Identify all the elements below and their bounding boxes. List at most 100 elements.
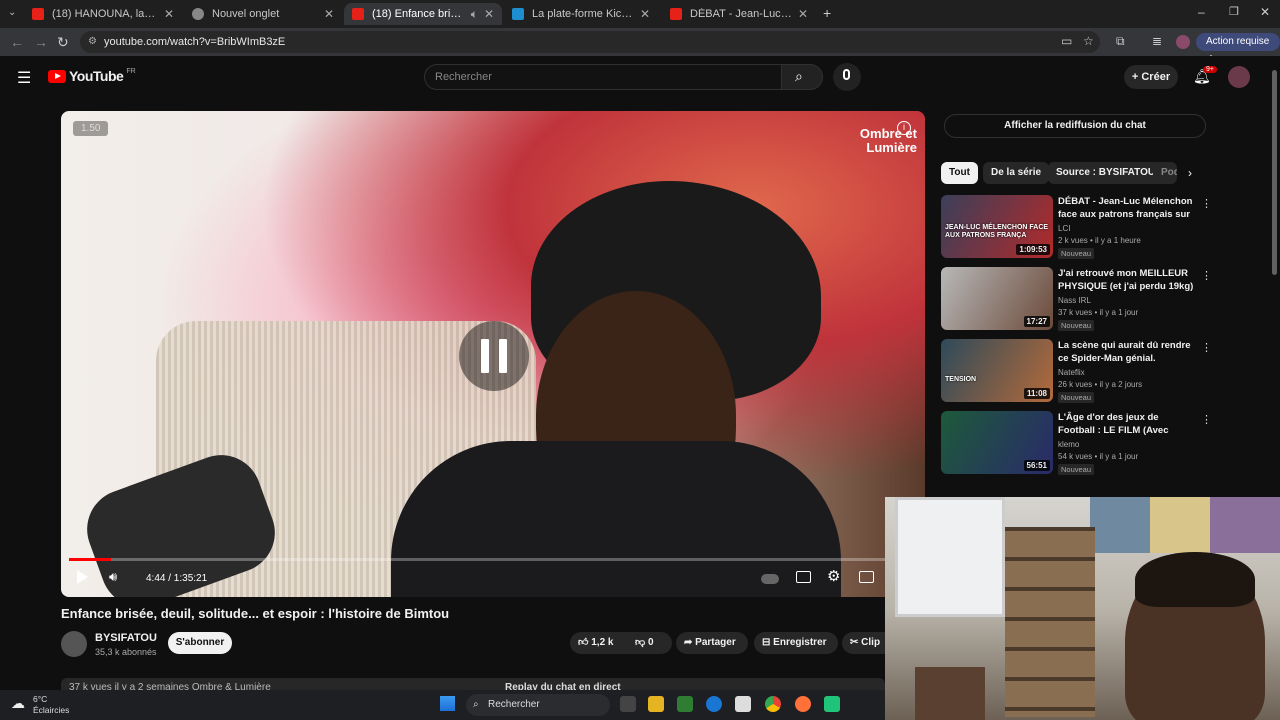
video-player[interactable]: 1.50 Ombre et Lumière i 🔊︎ 4:44 / 1:35:2…: [61, 111, 925, 597]
video-thumbnail[interactable]: 56:51: [941, 411, 1053, 474]
extensions-icon[interactable]: ⧉: [1116, 34, 1125, 49]
subscribe-button[interactable]: S'abonner: [168, 632, 232, 654]
recommendation-channel[interactable]: Nateflix: [1058, 368, 1085, 377]
recommendation-title[interactable]: J'ai retrouvé mon MEILLEUR PHYSIQUE (et …: [1058, 267, 1196, 293]
video-thumbnail[interactable]: 17:27: [941, 267, 1053, 330]
weather-temp: 6°C: [33, 694, 48, 704]
store-icon[interactable]: [735, 696, 751, 712]
channel-avatar[interactable]: [61, 631, 87, 657]
menu-icon[interactable]: ☰: [17, 68, 31, 88]
more-options-icon[interactable]: ⋮: [1201, 413, 1212, 426]
pause-overlay-button[interactable]: [459, 321, 529, 391]
desk: [915, 667, 985, 720]
info-icon[interactable]: i: [897, 121, 911, 135]
close-icon[interactable]: ✕: [324, 7, 334, 21]
create-button[interactable]: + Créer: [1124, 65, 1178, 89]
account-avatar[interactable]: [1228, 66, 1250, 88]
new-tab-icon[interactable]: +: [823, 5, 831, 21]
profile-avatar[interactable]: [1176, 35, 1190, 49]
tab-hanouna[interactable]: (18) HANOUNA, la télé française ✕: [24, 3, 182, 25]
miniplayer-icon[interactable]: [859, 571, 874, 583]
nvidia-icon[interactable]: [677, 696, 693, 712]
recommendation-item[interactable]: TENSION 11:08 La scène qui aurait dû rendr…: [941, 339, 1212, 405]
recommendation-channel[interactable]: Nass IRL: [1058, 296, 1091, 305]
like-button[interactable]: 👍︎ 1,2 k: [578, 632, 633, 654]
youtube-logo[interactable]: YouTube FR: [48, 68, 136, 84]
recommendation-title[interactable]: L'Âge d'or des jeux de Football : LE FIL…: [1058, 411, 1196, 438]
chrome-icon[interactable]: [765, 696, 781, 712]
speaker-icon[interactable]: 🔈︎: [471, 7, 478, 22]
dislike-button[interactable]: 👎︎ 0: [635, 632, 654, 654]
more-options-icon[interactable]: ⋮: [1201, 341, 1212, 354]
recommendation-item[interactable]: JEAN-LUC MÉLENCHON FACE AUX PATRONS FRAN…: [941, 195, 1212, 261]
chip-de-la-serie[interactable]: De la série: [983, 162, 1050, 184]
duration-badge: 1:09:53: [1016, 244, 1050, 255]
recommendation-title[interactable]: La scène qui aurait dû rendre ce Spider-…: [1058, 339, 1196, 365]
more-options-icon[interactable]: ⋮: [1201, 269, 1212, 282]
cast-icon[interactable]: ▭: [1061, 34, 1072, 48]
close-icon[interactable]: ✕: [484, 7, 494, 21]
taskbar-search[interactable]: ⌕ Rechercher: [466, 694, 610, 716]
bookmark-star-icon[interactable]: ☆: [1083, 34, 1094, 48]
forward-icon[interactable]: →: [34, 34, 48, 50]
thumbnail-caption: JEAN-LUC MÉLENCHON FACE AUX PATRONS FRAN…: [945, 224, 1049, 239]
more-options-icon[interactable]: ⋮: [1201, 197, 1212, 210]
volume-icon[interactable]: 🔊︎: [109, 569, 117, 585]
chip-source[interactable]: Source : BYSIFATOU: [1048, 162, 1164, 184]
url-field[interactable]: ⚙ youtube.com/watch?v=BribWImB3zE: [80, 31, 1100, 53]
subscriber-count: 35,3 k abonnés: [95, 647, 157, 657]
search-icon: ⌕: [795, 68, 803, 84]
video-thumbnail[interactable]: TENSION 11:08: [941, 339, 1053, 402]
new-badge: Nouveau: [1058, 392, 1095, 403]
search-button[interactable]: ⌕: [781, 64, 823, 90]
file-explorer-icon[interactable]: [648, 696, 664, 712]
address-bar-row: ← → ↻ ⚙ youtube.com/watch?v=BribWImB3zE …: [0, 28, 1280, 56]
close-icon[interactable]: ✕: [798, 7, 808, 21]
recommendation-title[interactable]: DÉBAT - Jean-Luc Mélenchon face aux patr…: [1058, 195, 1196, 222]
settings-gear-icon[interactable]: ⚙: [827, 567, 840, 585]
weather-cloud-icon[interactable]: ☁: [11, 695, 25, 712]
task-view-icon[interactable]: [620, 696, 636, 712]
progress-bar[interactable]: [69, 558, 917, 561]
progress-played: [69, 558, 112, 561]
clip-button[interactable]: ✂ Clip: [842, 632, 885, 654]
recommendation-item[interactable]: 17:27 J'ai retrouvé mon MEILLEUR PHYSIQUE…: [941, 267, 1212, 333]
play-icon[interactable]: [77, 570, 88, 584]
back-icon[interactable]: ←: [10, 34, 24, 50]
tab-enfance-brisee[interactable]: (18) Enfance brisée, deuil, s 🔈︎ ✕: [344, 3, 502, 25]
minimize-icon[interactable]: –: [1198, 5, 1205, 19]
tab-kick[interactable]: La plate-forme Kick sera-t-elle ✕: [504, 3, 658, 25]
channel-name[interactable]: BYSIFATOU: [95, 632, 157, 644]
search-input[interactable]: Rechercher: [424, 64, 782, 90]
tab-nouvel-onglet[interactable]: Nouvel onglet ✕: [184, 3, 342, 25]
share-button[interactable]: ➦ Partager: [676, 632, 748, 654]
recommendation-channel[interactable]: LCI: [1058, 224, 1070, 233]
video-thumbnail[interactable]: JEAN-LUC MÉLENCHON FACE AUX PATRONS FRAN…: [941, 195, 1053, 258]
edge-icon[interactable]: [706, 696, 722, 712]
chip-tout[interactable]: Tout: [941, 162, 978, 184]
voice-search-button[interactable]: [833, 63, 861, 91]
firefox-icon[interactable]: [795, 696, 811, 712]
reload-icon[interactable]: ↻: [57, 34, 69, 51]
reading-list-icon[interactable]: ≣: [1152, 34, 1162, 48]
close-icon[interactable]: ✕: [640, 7, 650, 21]
subtitles-icon[interactable]: [796, 571, 811, 583]
window-close-icon[interactable]: ✕: [1260, 5, 1270, 19]
site-info-icon[interactable]: ⚙: [88, 31, 97, 53]
tab-debat[interactable]: DÉBAT - Jean-Luc Mélenchon fa ✕: [662, 3, 816, 25]
windows-start-icon[interactable]: [440, 696, 455, 711]
action-required-button[interactable]: Action requise ⋮: [1196, 33, 1280, 65]
poster-right: [1210, 497, 1280, 553]
app-icon[interactable]: [824, 696, 840, 712]
chevron-right-icon[interactable]: ›: [1188, 166, 1192, 180]
tab-search-chevron-icon[interactable]: ⌄: [8, 7, 16, 18]
restore-icon[interactable]: ❐: [1229, 5, 1239, 18]
recommendation-channel[interactable]: klemo: [1058, 440, 1079, 449]
close-icon[interactable]: ✕: [164, 7, 174, 21]
chip-podcast[interactable]: Pod: [1153, 162, 1177, 184]
show-chat-replay-button[interactable]: Afficher la rediffusion du chat: [944, 114, 1206, 138]
autoplay-toggle[interactable]: [761, 574, 779, 584]
save-button[interactable]: ⊟ Enregistrer: [754, 632, 838, 654]
recommendation-item[interactable]: 56:51 L'Âge d'or des jeux de Football : L…: [941, 411, 1212, 477]
page-scrollbar[interactable]: [1272, 70, 1277, 275]
